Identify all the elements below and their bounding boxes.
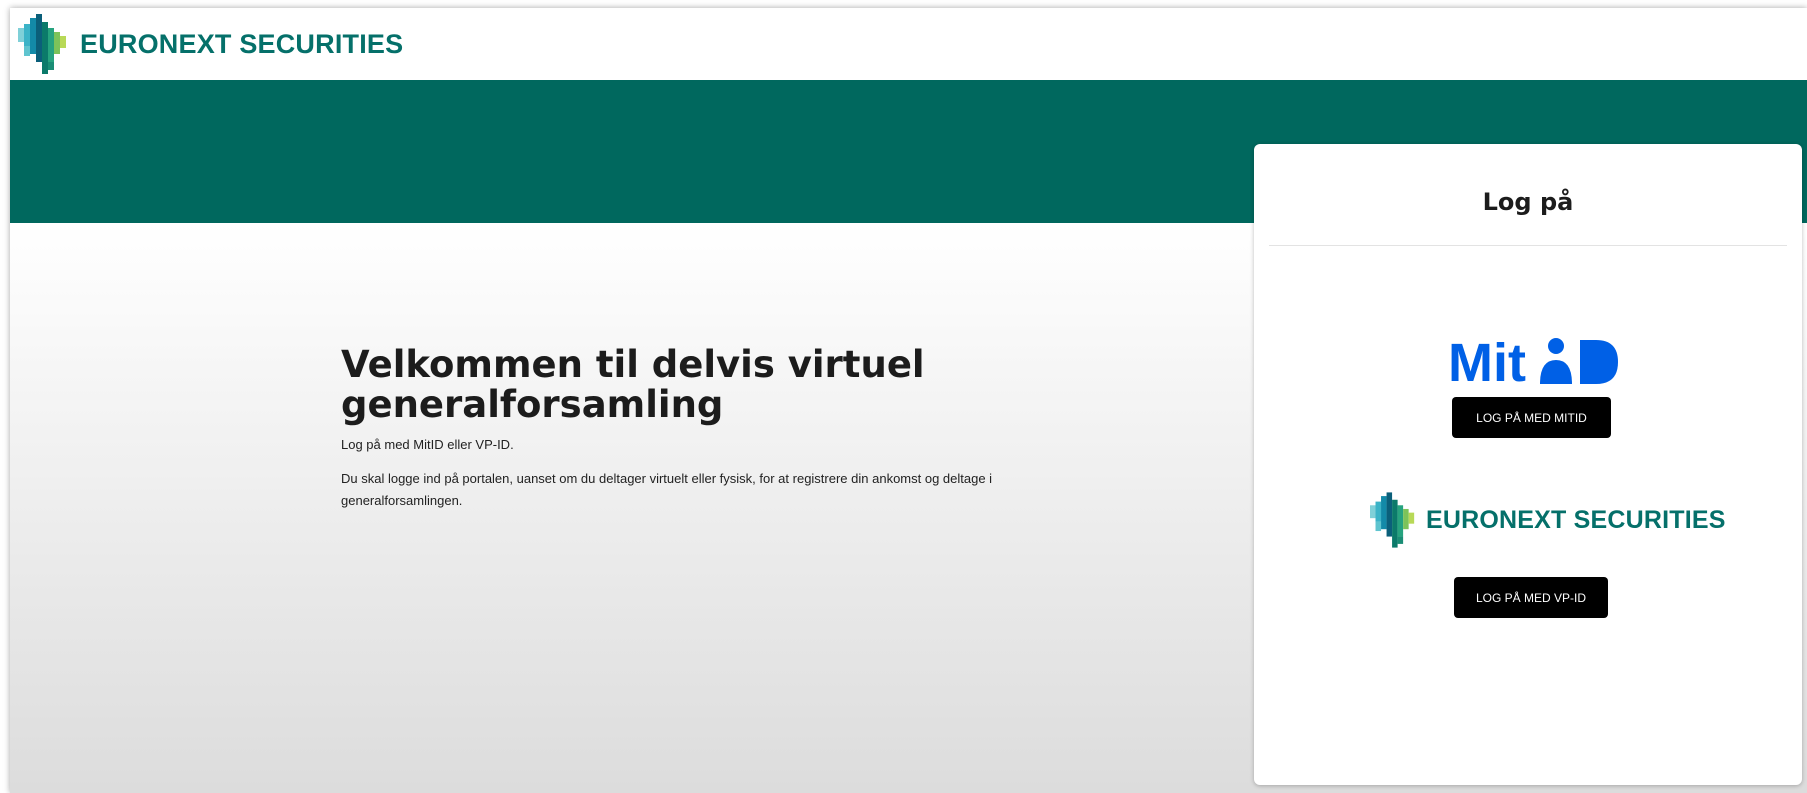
logo-text: EURONEXT SECURITIES bbox=[80, 28, 404, 59]
login-description: Du skal logge ind på portalen, uanset om… bbox=[341, 471, 993, 508]
page-frame: EURONEXT SECURITIES Velkommen til delvis… bbox=[10, 8, 1807, 793]
login-card: Log på Mit LOG PÅ MED MITID EURONEXT SEC… bbox=[1254, 144, 1802, 785]
login-mitid-button[interactable]: LOG PÅ MED MITID bbox=[1452, 397, 1611, 438]
euronext-pixel-logo-icon bbox=[1370, 492, 1415, 548]
page-title: Velkommen til delvis virtuel generalfors… bbox=[341, 343, 925, 426]
login-hint: Log på med MitID eller VP-ID. bbox=[341, 437, 514, 452]
mitid-logo-icon: Mit bbox=[1448, 336, 1618, 386]
euronext-pixel-logo-icon bbox=[18, 14, 66, 74]
euronext-logo[interactable]: EURONEXT SECURITIES bbox=[18, 14, 403, 74]
login-vpid-button[interactable]: LOG PÅ MED VP-ID bbox=[1454, 577, 1608, 618]
euronext-card-logo-text: EURONEXT SECURITIES bbox=[1426, 505, 1726, 534]
login-card-title: Log på bbox=[1482, 188, 1574, 216]
svg-text:Mit: Mit bbox=[1448, 336, 1526, 386]
top-header: EURONEXT SECURITIES bbox=[10, 8, 1807, 80]
card-divider bbox=[1269, 245, 1787, 246]
euronext-securities-logo: EURONEXT SECURITIES bbox=[1370, 492, 1726, 548]
welcome-section: Velkommen til delvis virtuel generalfors… bbox=[341, 345, 1061, 512]
